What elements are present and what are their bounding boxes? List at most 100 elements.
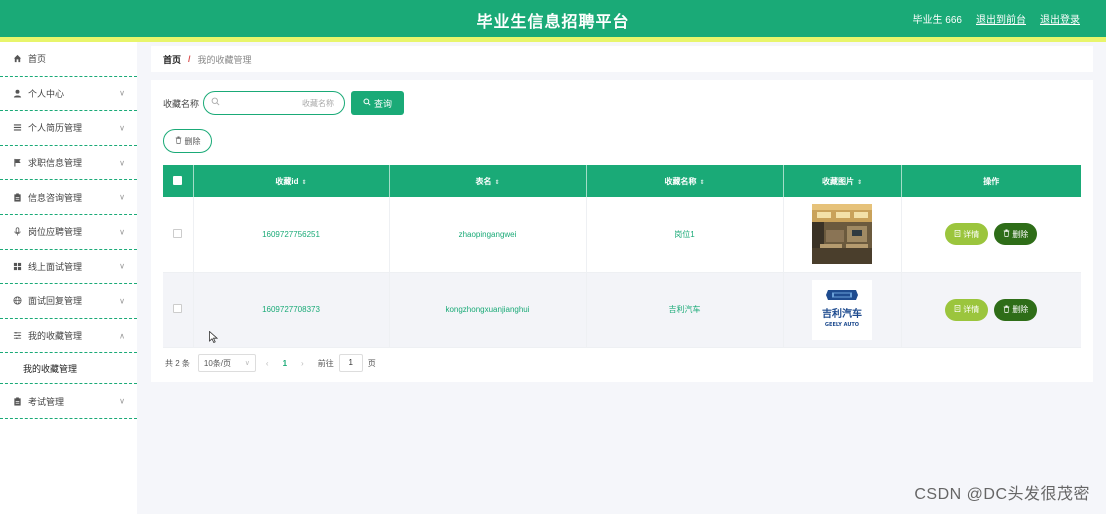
chevron-down-icon: ∨ xyxy=(119,192,125,202)
user-icon xyxy=(13,89,22,98)
geely-logo-en-text: GEELY AUTO xyxy=(825,322,859,328)
sidebar-item-consulting[interactable]: 信息咨询管理 ∨ xyxy=(0,180,137,215)
search-icon xyxy=(363,98,371,108)
row-actions: 详情 删除 xyxy=(902,298,1082,321)
chevron-down-icon: ∨ xyxy=(119,88,125,98)
search-form: 收藏名称 查询 xyxy=(163,91,405,115)
sidebar-item-online-interview[interactable]: 线上面试管理 ∨ xyxy=(0,250,137,285)
column-header-label: 收藏名称 xyxy=(664,176,697,186)
sort-icon: ⇕ xyxy=(856,179,863,186)
search-box[interactable] xyxy=(203,91,346,115)
sort-icon: ⇕ xyxy=(699,179,705,186)
column-header-id[interactable]: 收藏id ⇕ xyxy=(193,165,390,197)
header-accent-bar xyxy=(0,37,1106,42)
prev-page-icon[interactable]: ‹ xyxy=(266,359,269,368)
page-size-value: 10条/页 xyxy=(203,358,232,368)
sort-icon: ⇕ xyxy=(301,179,307,186)
sidebar-item-interview-reply[interactable]: 面试回复管理 ∨ xyxy=(0,284,137,319)
search-input[interactable] xyxy=(224,95,335,111)
sidebar-item-label: 线上面试管理 xyxy=(28,261,83,272)
page-size-select[interactable]: 10条/页 ∨ xyxy=(197,354,256,372)
detail-button[interactable]: 详情 xyxy=(945,298,989,321)
flag-icon xyxy=(13,158,22,167)
jump-prefix: 前往 xyxy=(317,358,334,368)
delete-button[interactable]: 删除 xyxy=(994,298,1038,321)
sidebar-item-exams[interactable]: 考试管理 ∨ xyxy=(0,384,137,419)
mic-icon xyxy=(13,227,22,236)
chevron-down-icon: ∨ xyxy=(119,123,125,133)
row-checkbox[interactable] xyxy=(173,304,183,313)
chevron-down-icon: ∨ xyxy=(119,227,125,237)
list-icon xyxy=(13,123,22,132)
cell-name: 吉利汽车 xyxy=(586,272,784,348)
cell-name: 岗位1 xyxy=(586,197,784,273)
search-label: 收藏名称 xyxy=(163,98,200,109)
grid-icon xyxy=(13,262,22,271)
cell-actions: 详情 删除 xyxy=(901,197,1082,273)
globe-icon xyxy=(13,296,22,305)
breadcrumb-current: 我的收藏管理 xyxy=(197,54,252,65)
cell-table-name: kongzhongxuanjianghui xyxy=(389,272,587,348)
breadcrumb-separator: / xyxy=(188,54,191,64)
detail-button-label: 详情 xyxy=(963,229,980,239)
geely-logo-cn-text: 吉利汽车 xyxy=(822,307,862,320)
row-select-cell xyxy=(163,197,194,273)
query-button[interactable]: 查询 xyxy=(351,91,405,115)
page-number-current[interactable]: 1 xyxy=(283,359,287,368)
chevron-up-icon: ∧ xyxy=(119,331,125,341)
app-root: 毕业生信息招聘平台 毕业生 666 退出到前台 退出登录 首页 个人中心 ∨ 个… xyxy=(0,0,1106,514)
watermark: CSDN @DC头发很茂密 xyxy=(914,486,1090,503)
sidebar-item-label: 个人简历管理 xyxy=(28,123,83,134)
row-checkbox[interactable] xyxy=(173,228,183,238)
sidebar-item-job-seeking[interactable]: 求职信息管理 ∨ xyxy=(0,146,137,181)
clipboard-icon xyxy=(13,397,22,406)
delete-button[interactable]: 删除 xyxy=(994,223,1038,246)
cell-id: 1609727708373 xyxy=(193,272,390,348)
chevron-down-icon: ∨ xyxy=(119,158,125,168)
row-actions: 详情 删除 xyxy=(902,223,1082,246)
office-photo-thumbnail[interactable] xyxy=(812,204,872,265)
sidebar-item-label: 面试回复管理 xyxy=(28,296,83,307)
column-header-table-name[interactable]: 表名 ⇕ xyxy=(389,165,587,197)
detail-button[interactable]: 详情 xyxy=(945,223,989,246)
sidebar-item-label: 信息咨询管理 xyxy=(28,192,83,203)
sidebar-item-personal-center[interactable]: 个人中心 ∨ xyxy=(0,77,137,112)
table-row: 1609727756251 zhaopingangwei 岗位1 详情 删除 xyxy=(163,197,1082,273)
table-header-row: 收藏id ⇕ 表名 ⇕ 收藏名称 ⇕ 收藏图片 ⇕ 操作 xyxy=(163,165,1081,197)
sidebar-item-home[interactable]: 首页 xyxy=(0,42,137,77)
back-to-frontend-link[interactable]: 退出到前台 xyxy=(976,11,1026,26)
batch-delete-label: 删除 xyxy=(184,136,201,146)
jump-suffix: 页 xyxy=(367,358,376,368)
chevron-down-icon: ∨ xyxy=(119,396,125,406)
sidebar-item-favorites[interactable]: 我的收藏管理 ∧ xyxy=(0,319,137,354)
column-header-label: 收藏图片 xyxy=(821,176,854,186)
sidebar-item-job-application[interactable]: 岗位应聘管理 ∨ xyxy=(0,215,137,250)
column-header-label: 操作 xyxy=(983,176,1000,186)
next-page-icon[interactable]: › xyxy=(301,359,304,368)
document-icon xyxy=(954,229,961,239)
chevron-down-icon: ∨ xyxy=(119,261,125,271)
sidebar-item-label: 岗位应聘管理 xyxy=(28,227,83,238)
cell-table-name: zhaopingangwei xyxy=(389,197,587,273)
cell-image xyxy=(783,197,902,273)
select-all-checkbox[interactable] xyxy=(173,175,183,185)
batch-delete-button[interactable]: 删除 xyxy=(163,129,212,153)
pagination: 共 2 条 10条/页 ∨ ‹ 1 › 前往 1 页 xyxy=(165,354,376,372)
logout-link[interactable]: 退出登录 xyxy=(1040,11,1080,26)
column-header-image[interactable]: 收藏图片 ⇕ xyxy=(783,165,902,197)
column-header-label: 收藏id xyxy=(275,176,299,186)
sidebar-item-resume[interactable]: 个人简历管理 ∨ xyxy=(0,111,137,146)
breadcrumb-home[interactable]: 首页 xyxy=(163,53,181,66)
trash-icon xyxy=(175,136,182,146)
cell-id: 1609727756251 xyxy=(193,197,390,273)
column-header-name[interactable]: 收藏名称 ⇕ xyxy=(586,165,784,197)
jump-page-input[interactable]: 1 xyxy=(338,354,363,372)
delete-button-label: 删除 xyxy=(1012,305,1029,314)
select-all-cell xyxy=(163,165,194,197)
cell-actions: 详情 删除 xyxy=(901,272,1082,348)
sidebar-subitem-my-favorites[interactable]: 我的收藏管理 xyxy=(0,353,137,385)
table-row: 1609727708373 kongzhongxuanjianghui 吉利汽车… xyxy=(163,272,1082,348)
current-user-label: 毕业生 666 xyxy=(912,15,962,26)
sidebar: 首页 个人中心 ∨ 个人简历管理 ∨ 求职信息管理 ∨ 信息咨询管理 ∨ 岗位应… xyxy=(0,42,137,514)
geely-logo-thumbnail[interactable]: 吉利汽车 GEELY AUTO xyxy=(812,279,872,340)
